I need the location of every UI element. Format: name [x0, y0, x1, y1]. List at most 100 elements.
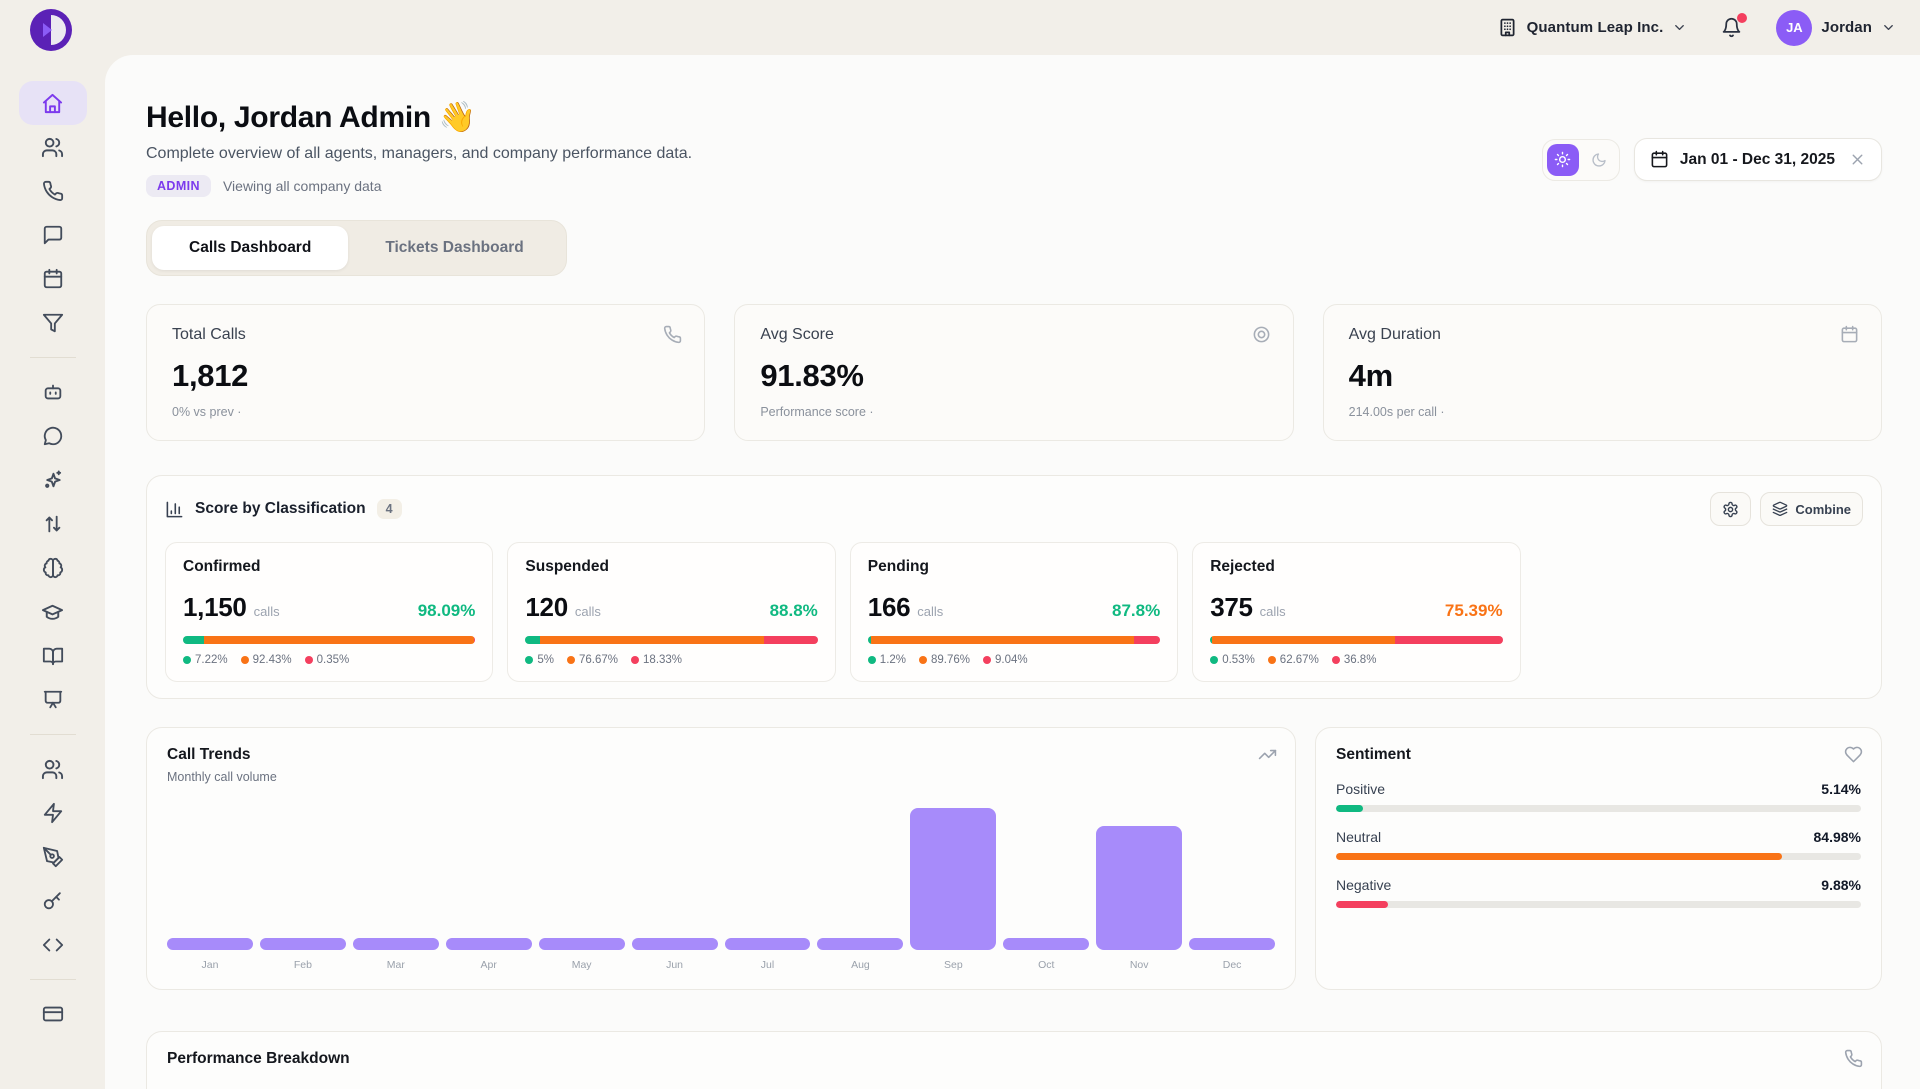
legend-neutral: 89.76% [919, 654, 970, 666]
bar-dec[interactable] [1189, 938, 1275, 950]
sidebar-item-access[interactable] [19, 879, 87, 923]
bar-chart-icon [165, 500, 184, 519]
dark-theme-button[interactable] [1583, 144, 1615, 176]
clear-date-icon[interactable] [1849, 151, 1866, 168]
bar-sep[interactable] [910, 808, 996, 950]
company-selector[interactable]: Quantum Leap Inc. [1497, 17, 1688, 38]
bar-mar[interactable] [353, 938, 439, 950]
chart-x-label: Oct [1003, 959, 1089, 971]
sidebar-item-team[interactable] [19, 747, 87, 791]
user-menu[interactable]: JA Jordan [1776, 10, 1896, 46]
date-range-picker[interactable]: Jan 01 - Dec 31, 2025 [1634, 138, 1882, 181]
app-logo[interactable] [29, 8, 73, 52]
sidebar-item-users[interactable] [19, 125, 87, 169]
sentiment-row-positive: Positive 5.14% [1336, 781, 1861, 812]
gear-icon [1722, 501, 1739, 518]
user-name: Jordan [1821, 19, 1872, 36]
sparkles-icon [41, 469, 64, 492]
sidebar-item-developer[interactable] [19, 923, 87, 967]
sidebar-item-messages[interactable] [19, 213, 87, 257]
chart-column [1003, 938, 1089, 950]
users-icon [41, 136, 64, 159]
brain-icon [42, 557, 64, 579]
sidebar-item-transfers[interactable] [19, 502, 87, 546]
neutral-dot-icon [241, 656, 249, 664]
stat-value: 4m [1349, 358, 1856, 394]
sidebar-item-home[interactable] [19, 81, 87, 125]
chart-column [632, 938, 718, 950]
role-note: Viewing all company data [223, 178, 382, 194]
code-icon [42, 934, 64, 956]
bar-aug[interactable] [817, 938, 903, 950]
main-content: Hello, Jordan Admin 👋 Complete overview … [105, 55, 1920, 1089]
bar-apr[interactable] [446, 938, 532, 950]
chart-x-label: Sep [910, 959, 996, 971]
chart-column [817, 938, 903, 950]
sidebar-item-library[interactable] [19, 634, 87, 678]
classification-calls-suffix: calls [1260, 604, 1286, 619]
chart-x-label: May [539, 959, 625, 971]
tab-calls-dashboard[interactable]: Calls Dashboard [152, 226, 348, 270]
phone-icon [663, 325, 682, 344]
stats-row: Total Calls 1,812 0% vs prev · Avg Score… [146, 304, 1882, 441]
chart-x-label: Apr [446, 959, 532, 971]
sentiment-bar-track [1336, 901, 1861, 908]
positive-dot-icon [183, 656, 191, 664]
sidebar-item-automations[interactable] [19, 791, 87, 835]
neutral-dot-icon [1268, 656, 1276, 664]
sentiment-label: Positive [1336, 781, 1385, 797]
sidebar-item-chat[interactable] [19, 414, 87, 458]
light-theme-button[interactable] [1547, 144, 1579, 176]
combine-button[interactable]: Combine [1760, 492, 1863, 526]
chevron-down-icon [1672, 20, 1687, 35]
heart-icon [1844, 745, 1863, 764]
sidebar-item-training[interactable] [19, 590, 87, 634]
classification-calls-suffix: calls [254, 604, 280, 619]
bar-feb[interactable] [260, 938, 346, 950]
home-icon [41, 92, 64, 115]
sentiment-bar-fill [1336, 805, 1363, 812]
sidebar-item-insights[interactable] [19, 546, 87, 590]
sidebar-item-ai[interactable] [19, 458, 87, 502]
classification-settings-button[interactable] [1710, 492, 1751, 526]
bar-jul[interactable] [725, 938, 811, 950]
company-name: Quantum Leap Inc. [1527, 19, 1664, 36]
message-circle-icon [42, 425, 64, 447]
bar-nov[interactable] [1096, 826, 1182, 950]
classification-grid: Confirmed 1,150 calls 98.09% 7.22% 92.43… [165, 542, 1863, 682]
bar-oct[interactable] [1003, 938, 1089, 950]
positive-dot-icon [525, 656, 533, 664]
sidebar-item-calendar[interactable] [19, 257, 87, 301]
classification-progress-bar [1210, 636, 1502, 644]
bar-jun[interactable] [632, 938, 718, 950]
presentation-icon [42, 689, 64, 711]
stat-card-avg-score: Avg Score 91.83% Performance score · [734, 304, 1293, 441]
segment-negative [1395, 636, 1503, 644]
stat-subtext: 214.00s per call · [1349, 405, 1856, 419]
sidebar-item-calls[interactable] [19, 169, 87, 213]
sidebar-item-presentation[interactable] [19, 678, 87, 722]
call-trends-subtitle: Monthly call volume [167, 770, 1275, 784]
bar-may[interactable] [539, 938, 625, 950]
sidebar-item-design[interactable] [19, 835, 87, 879]
arrows-up-down-icon [42, 513, 64, 535]
sidebar-item-billing[interactable] [19, 992, 87, 1036]
sentiment-value: 5.14% [1821, 781, 1861, 797]
tab-tickets-dashboard[interactable]: Tickets Dashboard [348, 226, 560, 270]
legend-positive: 0.53% [1210, 654, 1255, 666]
chart-x-label: Dec [1189, 959, 1275, 971]
credit-card-icon [42, 1003, 64, 1025]
call-trends-chart [167, 798, 1275, 950]
date-range-value: Jan 01 - Dec 31, 2025 [1680, 151, 1835, 169]
segment-negative [1134, 636, 1160, 644]
stat-value: 1,812 [172, 358, 679, 394]
sentiment-value: 84.98% [1814, 829, 1861, 845]
sidebar-item-bot[interactable] [19, 370, 87, 414]
notifications-button[interactable] [1721, 17, 1742, 38]
sidebar-item-filters[interactable] [19, 301, 87, 345]
classification-card-rejected: Rejected 375 calls 75.39% 0.53% 62.67% 3… [1192, 542, 1520, 682]
segment-negative [474, 636, 475, 644]
classification-calls: 1,150 [183, 592, 247, 623]
bar-jan[interactable] [167, 938, 253, 950]
segment-neutral [1212, 636, 1395, 644]
